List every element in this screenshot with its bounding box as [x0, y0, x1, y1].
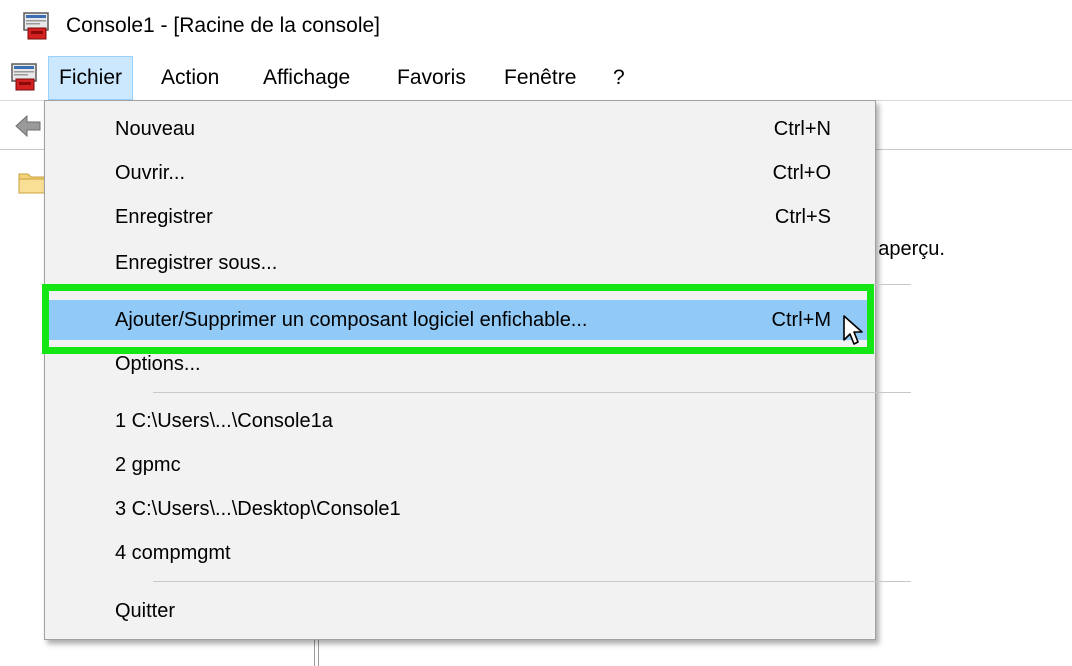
menu-help[interactable]: ?	[603, 56, 635, 100]
fichier-dropdown-menu: Nouveau Ctrl+N Ouvrir... Ctrl+O Enregist…	[44, 100, 911, 640]
menu-item-ajouter-supprimer-composant[interactable]: Ajouter/Supprimer un composant logiciel …	[49, 300, 871, 340]
system-menu-icon[interactable]	[10, 62, 40, 92]
menu-item-shortcut: Ctrl+M	[771, 309, 831, 331]
menu-item-options[interactable]: Options...	[49, 344, 871, 384]
menu-item-label: 3 C:\Users\...\Desktop\Console1	[115, 498, 401, 520]
mmc-icon	[23, 12, 49, 40]
menu-item-label: Nouveau	[115, 118, 196, 140]
menu-item-enregistrer-sous[interactable]: Enregistrer sous...	[49, 243, 871, 283]
menu-item-ouvrir[interactable]: Ouvrir... Ctrl+O	[49, 153, 871, 193]
menu-item-label: Options...	[115, 353, 201, 375]
back-arrow-icon[interactable]	[14, 113, 42, 139]
menu-separator	[153, 284, 911, 285]
menu-bar: Fichier Action Affichage Favoris Fenêtre…	[0, 56, 1072, 101]
menu-item-nouveau[interactable]: Nouveau Ctrl+N	[49, 109, 871, 149]
window-title: Console1 - [Racine de la console]	[66, 14, 381, 37]
menu-fichier[interactable]: Fichier	[48, 56, 134, 100]
menu-item-label: Enregistrer	[115, 206, 213, 228]
menu-item-enregistrer[interactable]: Enregistrer Ctrl+S	[49, 197, 871, 237]
menu-affichage[interactable]: Affichage	[253, 56, 360, 100]
menu-item-label: 2 gpmc	[115, 454, 181, 476]
menu-item-recent-2[interactable]: 2 gpmc	[49, 445, 871, 485]
menu-fenetre[interactable]: Fenêtre	[494, 56, 586, 100]
title-bar: Console1 - [Racine de la console]	[0, 0, 1072, 52]
menu-item-label: 1 C:\Users\...\Console1a	[115, 410, 333, 432]
menu-favoris[interactable]: Favoris	[387, 56, 476, 100]
menu-item-label: Quitter	[115, 600, 176, 622]
menu-item-label: Enregistrer sous...	[115, 252, 278, 274]
menu-item-recent-4[interactable]: 4 compmgmt	[49, 533, 871, 573]
menu-action[interactable]: Action	[151, 56, 229, 100]
menu-item-label: 4 compmgmt	[115, 542, 231, 564]
menu-item-shortcut: Ctrl+S	[774, 206, 831, 228]
menu-item-quitter[interactable]: Quitter	[49, 591, 871, 631]
menu-item-shortcut: Ctrl+N	[773, 118, 831, 140]
menu-item-label: Ouvrir...	[115, 162, 186, 184]
menu-separator	[153, 392, 911, 393]
menu-item-shortcut: Ctrl+O	[772, 162, 831, 184]
mouse-cursor-icon	[843, 315, 863, 345]
menu-separator	[153, 581, 911, 582]
menu-item-label: Ajouter/Supprimer un composant logiciel …	[115, 309, 588, 331]
menu-item-recent-1[interactable]: 1 C:\Users\...\Console1a	[49, 401, 871, 441]
menu-item-recent-3[interactable]: 3 C:\Users\...\Desktop\Console1	[49, 489, 871, 529]
